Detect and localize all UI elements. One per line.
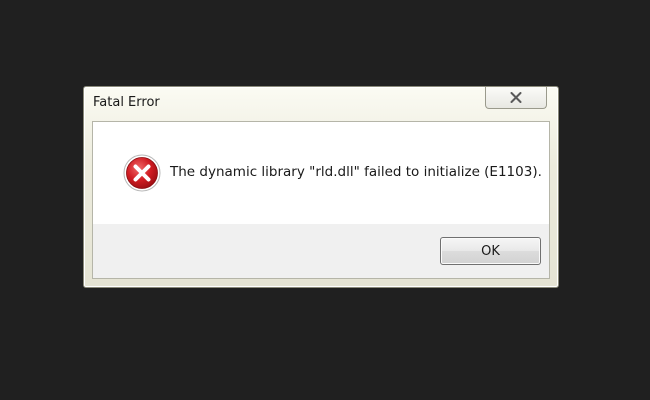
- dialog-title: Fatal Error: [93, 95, 160, 110]
- title-bar[interactable]: Fatal Error: [84, 87, 558, 121]
- error-dialog: Fatal Error The dynamic library "rld.dll…: [83, 86, 559, 288]
- error-icon: [123, 154, 161, 192]
- message-area: The dynamic library "rld.dll" failed to …: [93, 122, 549, 224]
- close-button[interactable]: [485, 87, 547, 109]
- desktop-background: Fatal Error The dynamic library "rld.dll…: [0, 0, 650, 400]
- ok-button[interactable]: OK: [440, 237, 541, 265]
- close-icon: [510, 92, 522, 103]
- dialog-body: The dynamic library "rld.dll" failed to …: [92, 121, 550, 279]
- error-message: The dynamic library "rld.dll" failed to …: [170, 164, 542, 180]
